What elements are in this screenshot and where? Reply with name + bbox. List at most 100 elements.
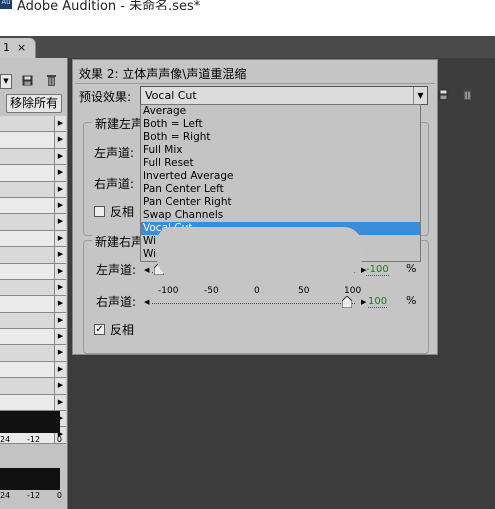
slot-menu-arrow-icon[interactable]: ▶ (54, 361, 66, 378)
effect-slot[interactable]: ▶ (0, 214, 66, 231)
preset-dropdown-arrow[interactable]: ▼ (0, 74, 12, 89)
effects-slot-list: ▶ ▶ ▶ ▶ ▶ ▶ ▶ ▶ ▶ ▶ ▶ ▶ ▶ ▶ ▶ ▶ ▶ ▶ ▶ ▶ (0, 116, 66, 444)
effect-slot[interactable]: ▶ (0, 197, 66, 215)
slot-menu-arrow-icon[interactable]: ▶ (54, 230, 66, 247)
slider-left-arrow-icon[interactable]: ◀ (144, 266, 149, 274)
invert-label: 反相 (110, 205, 135, 219)
slot-menu-arrow-icon[interactable]: ▶ (54, 165, 66, 181)
meter-tick: 24 (0, 491, 11, 500)
slider-left-arrow-icon[interactable]: ◀ (144, 298, 149, 306)
meter-scale-2: 24 -12 0 (0, 491, 66, 500)
meter-scale-1: 24 -12 0 (0, 435, 66, 444)
left-channel-label: 左声道: (96, 263, 137, 277)
right-channel-label: 右声道: (94, 177, 135, 191)
slider-tick-labels: -100 -50 0 50 100 (158, 286, 368, 298)
slot-menu-arrow-icon[interactable]: ▶ (54, 279, 66, 296)
slot-menu-arrow-icon[interactable]: ▶ (54, 329, 66, 345)
invert-checkbox[interactable]: ✓ (94, 324, 105, 335)
window-title: Adobe Audition - 未命名.ses* (17, 0, 201, 10)
effect-slot[interactable]: ▶ (0, 247, 66, 264)
effects-rack-panel: ▼ 移除所有 ▶ ▶ ▶ ▶ ▶ ▶ ▶ ▶ ▶ ▶ ▶ ▶ ▶ ▶ ▶ ▶ ▶ ▶ ▶ ▶ 24 -12 0 24 … (0, 58, 68, 509)
save-icon[interactable] (22, 75, 33, 86)
tab-band (0, 36, 495, 58)
effect-slot[interactable]: ▶ (0, 279, 66, 297)
slot-menu-arrow-icon[interactable]: ▶ (54, 247, 66, 263)
tick-label: 50 (298, 286, 310, 296)
right-channel-slider[interactable] (152, 303, 355, 304)
preset-option[interactable]: Full Reset (141, 157, 420, 170)
save-preset-icon[interactable] (438, 89, 449, 100)
invert-checkbox[interactable] (94, 206, 105, 217)
slot-menu-arrow-icon[interactable]: ▶ (54, 296, 66, 312)
invert-label: 反相 (110, 323, 135, 337)
effect-slot[interactable]: ▶ (0, 148, 66, 166)
effect-slot[interactable]: ▶ (0, 345, 66, 362)
slot-menu-arrow-icon[interactable]: ▶ (54, 312, 66, 329)
percent-unit: % (406, 294, 417, 307)
tab-label: 1 (3, 41, 10, 54)
preset-select[interactable]: Vocal Cut ▼ (140, 86, 428, 105)
overlay-blob (157, 227, 362, 277)
meter-tick: 0 (56, 435, 62, 444)
divider (75, 83, 435, 84)
slider-right-arrow-icon[interactable]: ▶ (361, 298, 366, 306)
meter-tick: 24 (0, 435, 11, 444)
slider-thumb[interactable] (342, 296, 352, 308)
meter-tick: 0 (56, 491, 62, 500)
effect-slot[interactable]: ▶ (0, 230, 66, 248)
trash-icon[interactable] (46, 74, 57, 87)
right-channel-label: 右声道: (96, 295, 137, 309)
preset-option[interactable]: Pan Center Right (141, 196, 420, 209)
meter-tick: -12 (27, 491, 41, 500)
remove-all-button[interactable]: 移除所有 (6, 94, 62, 113)
delete-preset-icon[interactable] (462, 88, 473, 101)
slot-menu-arrow-icon[interactable]: ▶ (54, 148, 66, 165)
slot-menu-arrow-icon[interactable]: ▶ (54, 197, 66, 214)
effect-title: 效果 2: 立体声声像\声道重混缩 (79, 67, 247, 81)
effect-slot[interactable]: ▶ (0, 116, 66, 133)
effect-slot[interactable]: ▶ (0, 165, 66, 182)
effect-slot[interactable]: ▶ (0, 394, 66, 412)
slot-menu-arrow-icon[interactable]: ▶ (54, 378, 66, 394)
effect-slot[interactable]: ▶ (0, 329, 66, 346)
slot-menu-arrow-icon[interactable]: ▶ (54, 214, 66, 230)
tick-label: 100 (344, 286, 362, 296)
effect-slot[interactable]: ▶ (0, 378, 66, 395)
effect-slot[interactable]: ▶ (0, 132, 66, 149)
left-channel-label: 左声道: (94, 146, 135, 160)
effect-slot[interactable]: ▶ (0, 296, 66, 313)
tick-label: 0 (254, 286, 260, 296)
app-icon: Au (0, 0, 12, 9)
tick-label: -100 (158, 286, 179, 296)
preset-option[interactable]: Inverted Average (141, 170, 420, 183)
effect-slot[interactable]: ▶ (0, 361, 66, 379)
effect-slot[interactable]: ▶ (0, 181, 66, 198)
preset-option[interactable]: Pan Center Left (141, 183, 420, 196)
preset-option[interactable]: Full Mix (141, 144, 420, 157)
slot-menu-arrow-icon[interactable]: ▶ (54, 132, 66, 148)
slot-menu-arrow-icon[interactable]: ▶ (54, 116, 66, 132)
preset-option[interactable]: Both = Right (141, 131, 420, 144)
chevron-down-icon[interactable]: ▼ (413, 87, 427, 104)
effect-slot[interactable]: ▶ (0, 312, 66, 330)
preset-option[interactable]: Both = Left (141, 118, 420, 131)
right-channel-value[interactable]: 100 (368, 296, 388, 308)
preset-option[interactable]: Average (141, 105, 420, 118)
slot-menu-arrow-icon[interactable]: ▶ (54, 181, 66, 197)
slot-menu-arrow-icon[interactable]: ▶ (54, 394, 66, 411)
slot-menu-arrow-icon[interactable]: ▶ (54, 263, 66, 279)
window-titlebar: Au Adobe Audition - 未命名.ses* (0, 0, 495, 10)
level-meter-1 (0, 411, 60, 433)
tick-label: -50 (204, 286, 219, 296)
tab-effects-rack[interactable]: 1 × (0, 38, 36, 58)
preset-option[interactable]: Swap Channels (141, 209, 420, 222)
percent-unit: % (406, 262, 417, 275)
meter-tick: -12 (27, 435, 41, 444)
slot-menu-arrow-icon[interactable]: ▶ (54, 345, 66, 361)
effect-slot[interactable]: ▶ (0, 263, 66, 280)
tab-close-icon[interactable]: × (17, 41, 26, 54)
preset-label: 预设效果: (79, 90, 132, 104)
left-channel-value[interactable]: -100 (366, 264, 389, 276)
preset-value: Vocal Cut (145, 89, 197, 102)
level-meter-2 (0, 468, 60, 490)
